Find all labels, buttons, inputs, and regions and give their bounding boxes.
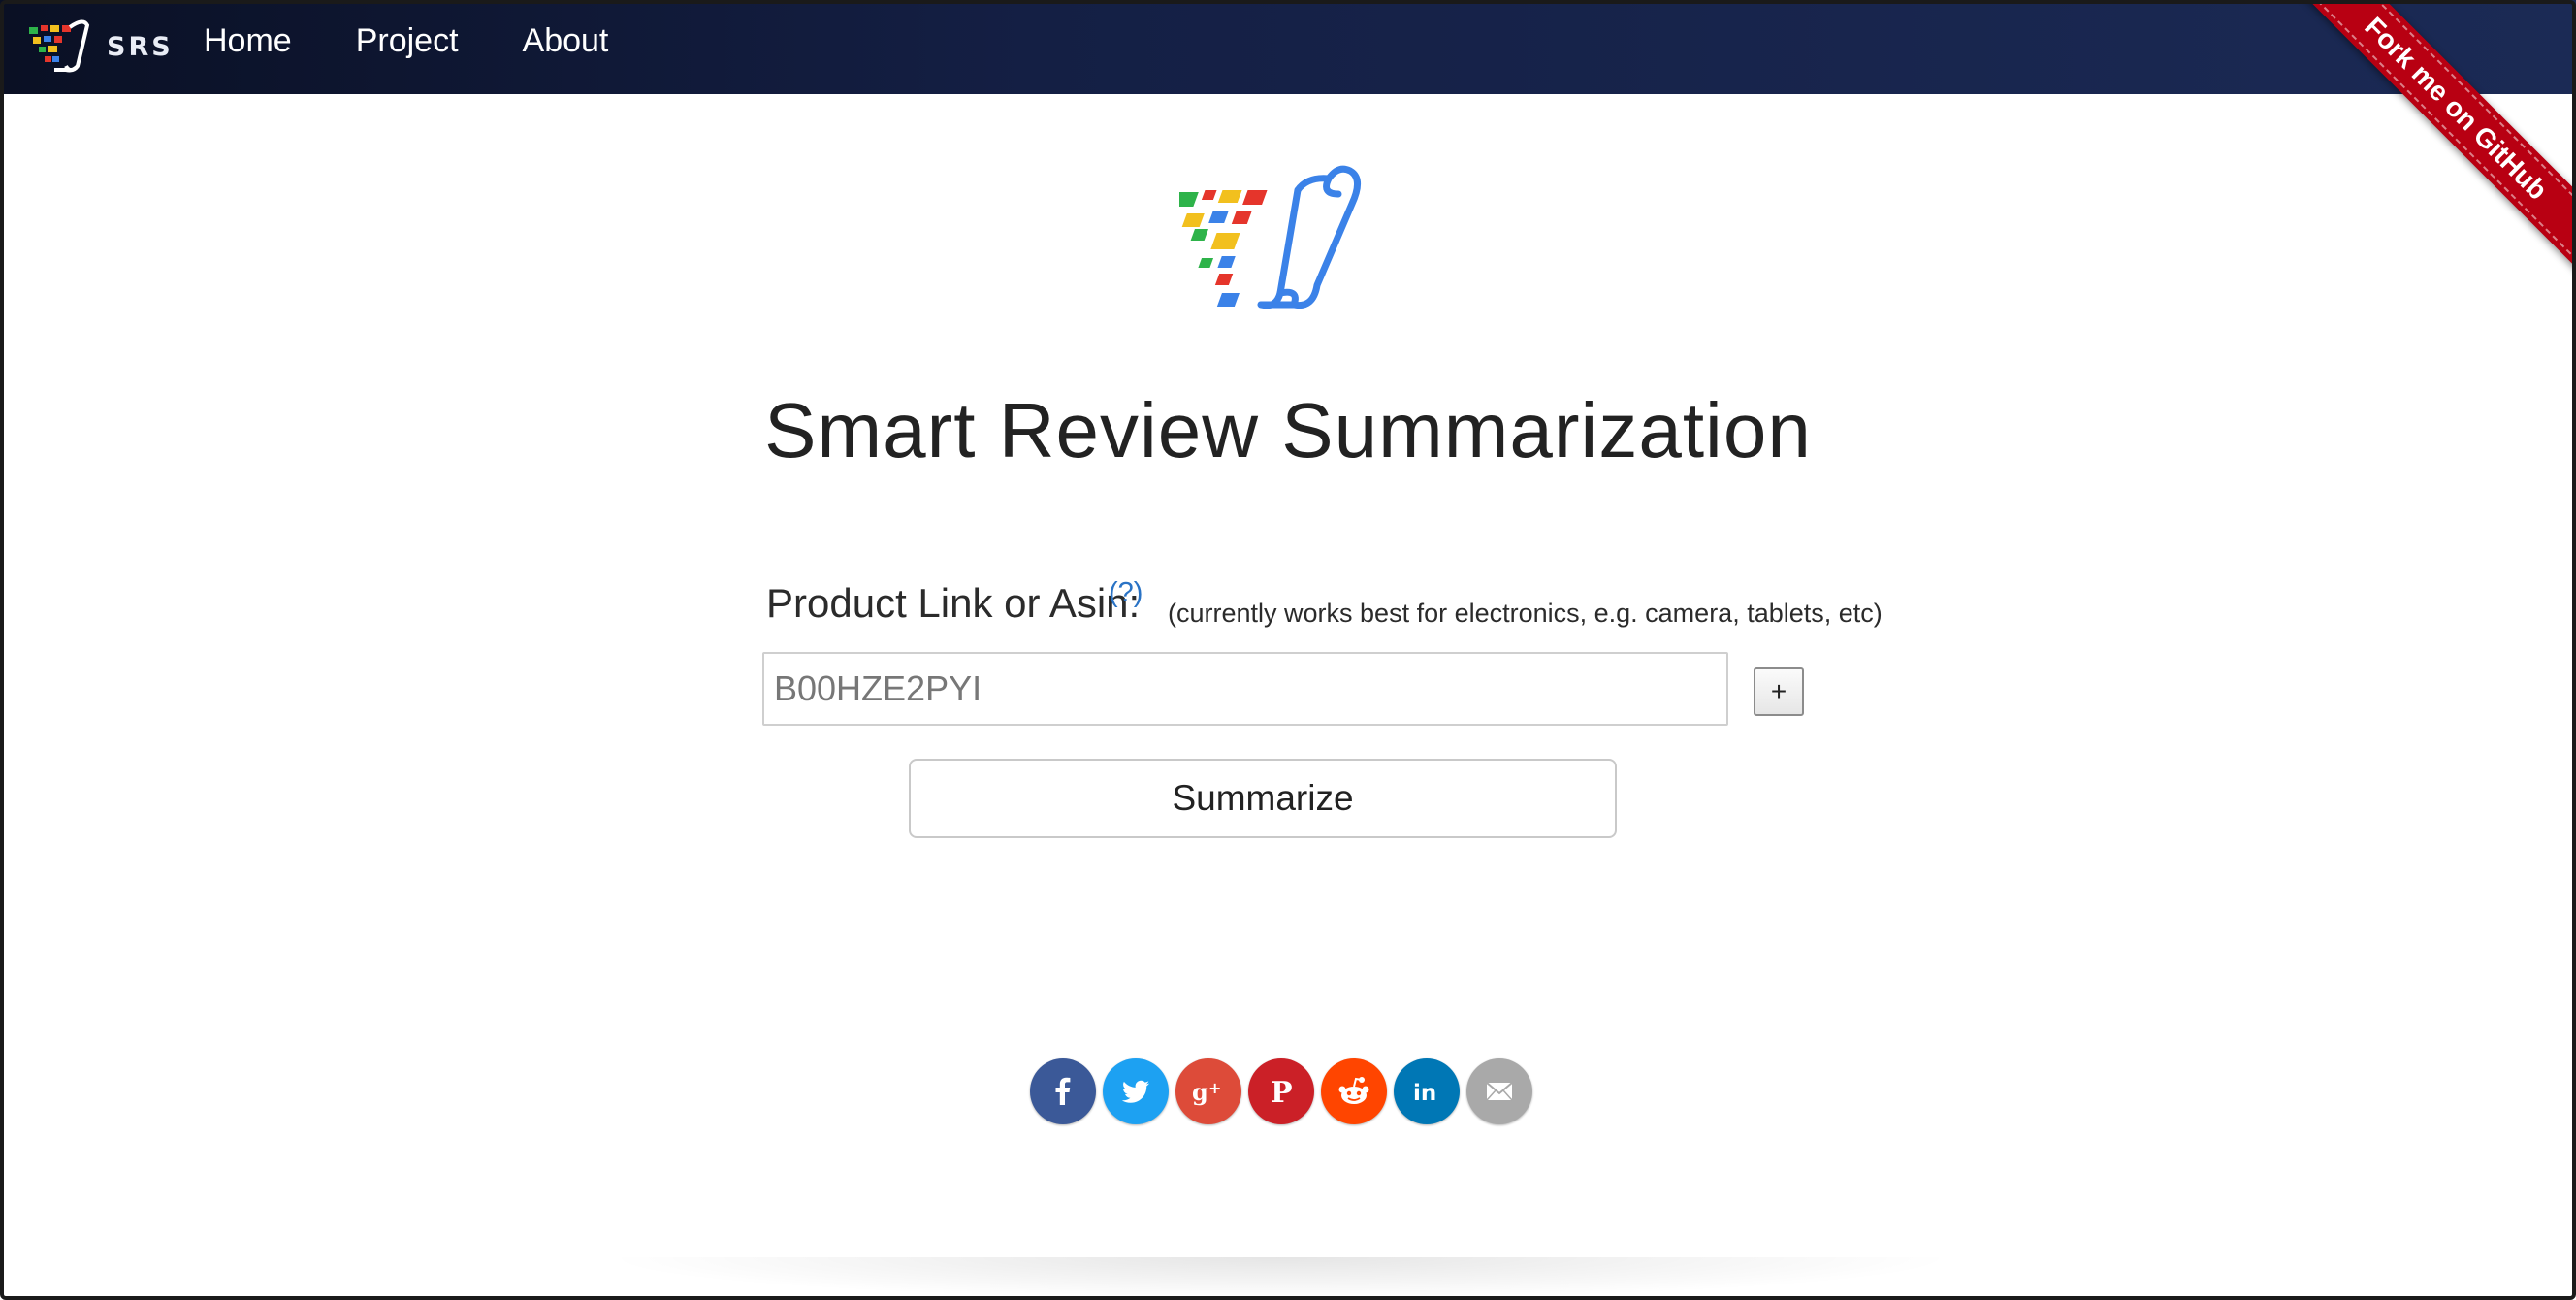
github-ribbon-container: Fork me on GitHub [2285, 0, 2576, 291]
pinterest-icon: P [1271, 1076, 1293, 1110]
svg-text:P: P [1271, 1076, 1293, 1110]
product-link-label: Product Link or Asin: [766, 580, 1141, 626]
facebook-icon [1055, 1077, 1071, 1105]
pinterest-share-button[interactable]: P [1248, 1058, 1314, 1124]
product-asin-input[interactable] [762, 652, 1728, 726]
facebook-share-button[interactable] [1030, 1058, 1096, 1124]
help-link[interactable]: (?) [1109, 577, 1143, 609]
twitter-icon [1121, 1080, 1149, 1103]
reddit-icon [1338, 1077, 1369, 1104]
brand-text: SRS [107, 31, 174, 62]
input-hint-text: (currently works best for electronics, e… [1168, 599, 1883, 628]
email-share-button[interactable] [1466, 1058, 1532, 1124]
nav-about-link[interactable]: About [523, 22, 609, 60]
google-plus-icon: g + [1192, 1078, 1221, 1106]
summarize-button[interactable]: Summarize [909, 759, 1617, 838]
srs-hero-logo-icon [1179, 165, 1361, 309]
google-plus-share-button[interactable]: g + [1175, 1058, 1241, 1124]
github-ribbon: Fork me on GitHub [2292, 0, 2576, 273]
nav-home-link[interactable]: Home [204, 22, 292, 60]
svg-text:in: in [1413, 1081, 1436, 1106]
svg-text:g: g [1192, 1078, 1208, 1106]
fork-on-github-link[interactable]: Fork me on GitHub [2296, 0, 2576, 269]
srs-logo-icon [29, 19, 90, 73]
linkedin-icon: in [1413, 1081, 1436, 1106]
social-share-bar: g + P in [1030, 1058, 1539, 1124]
nav-links: Home Project About [204, 0, 672, 81]
add-product-button[interactable]: + [1754, 667, 1804, 716]
page-title: Smart Review Summarization [764, 387, 1812, 473]
twitter-share-button[interactable] [1103, 1058, 1169, 1124]
email-icon [1486, 1082, 1513, 1101]
brand-link[interactable]: SRS [27, 14, 174, 80]
linkedin-share-button[interactable]: in [1394, 1058, 1460, 1124]
footer-shadow [601, 1257, 1959, 1300]
top-navbar: SRS Home Project About [0, 0, 2576, 94]
reddit-share-button[interactable] [1321, 1058, 1387, 1124]
nav-project-link[interactable]: Project [356, 22, 459, 60]
svg-text:+: + [1208, 1079, 1221, 1097]
